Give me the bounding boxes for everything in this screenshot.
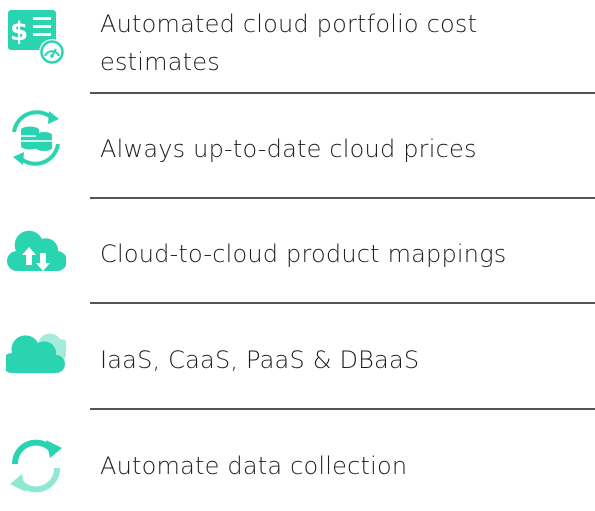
database-refresh-icon	[6, 108, 66, 168]
feature-label: Automated cloud portfolio cost estimates	[100, 10, 478, 76]
svg-text:$: $	[10, 17, 28, 47]
cloud-transfer-icon	[6, 223, 66, 283]
dollar-list-gauge-icon: $	[6, 6, 66, 66]
feature-label: Automate data collection	[100, 452, 408, 480]
sync-arrows-icon	[6, 436, 66, 496]
cloud-stack-icon	[6, 325, 66, 385]
divider	[90, 197, 595, 199]
feature-label: Always up-to-date cloud prices	[100, 135, 477, 163]
divider	[90, 92, 595, 94]
divider	[90, 408, 595, 410]
divider	[90, 302, 595, 304]
feature-label: Cloud-to-cloud product mappings	[100, 240, 507, 268]
feature-label: IaaS, CaaS, PaaS & DBaaS	[100, 346, 420, 374]
